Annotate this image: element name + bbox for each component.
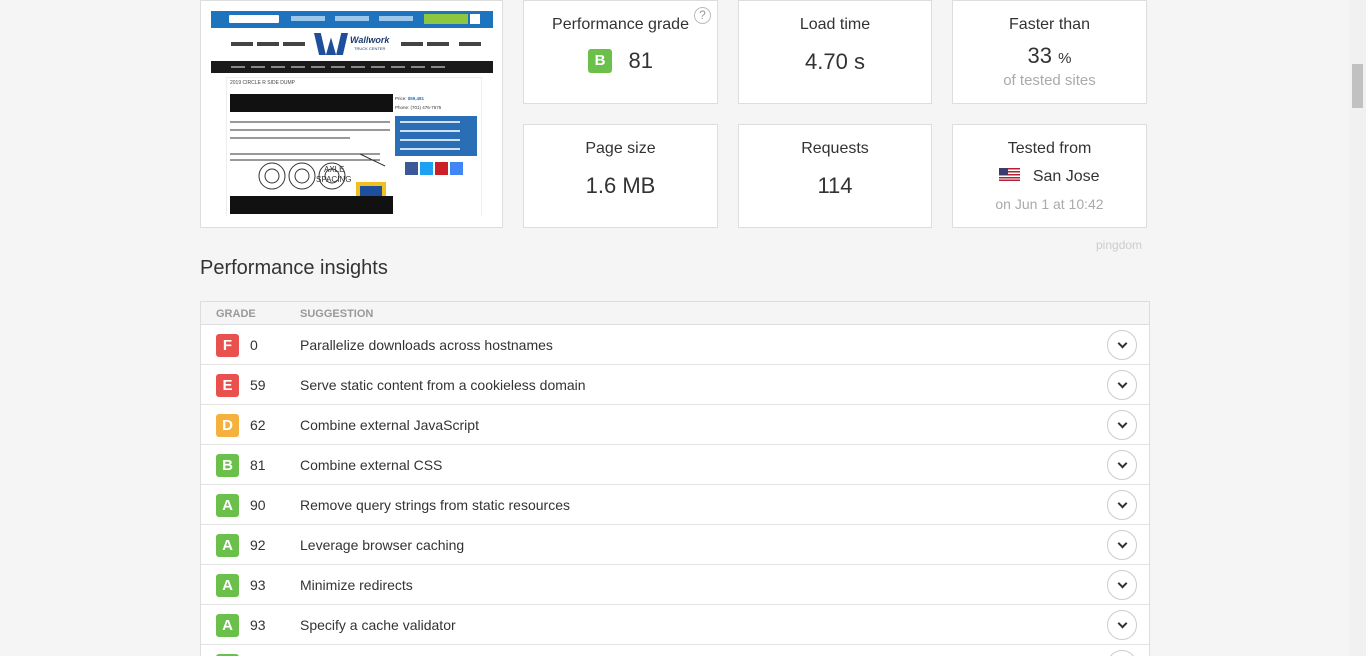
page: Wallwork TRUCK CENTER 2019 CIRCLE R SIDE… bbox=[0, 0, 1366, 656]
table-header: GRADE SUGGESTION bbox=[201, 302, 1149, 325]
suggestion-text: Combine external CSS bbox=[300, 457, 443, 473]
chevron-down-icon bbox=[1117, 498, 1128, 509]
expand-button[interactable] bbox=[1107, 410, 1137, 440]
expand-button[interactable] bbox=[1107, 370, 1137, 400]
suggestion-text: Specify a cache validator bbox=[300, 617, 456, 633]
preview-content: 2019 CIRCLE R SIDE DUMP AXLE SPACING Pri… bbox=[226, 77, 482, 216]
expand-button[interactable] bbox=[1107, 530, 1137, 560]
requests-value: 114 bbox=[817, 173, 853, 198]
expand-button[interactable] bbox=[1107, 610, 1137, 640]
tested-from-location: San Jose bbox=[1032, 168, 1100, 185]
expand-button[interactable] bbox=[1107, 650, 1137, 656]
expand-button[interactable] bbox=[1107, 330, 1137, 360]
grade-badge: A bbox=[216, 534, 239, 557]
grade-badge: E bbox=[216, 374, 239, 397]
column-header-suggestion: SUGGESTION bbox=[300, 308, 374, 320]
grade-score: 59 bbox=[250, 377, 266, 393]
us-flag-icon bbox=[999, 168, 1021, 186]
chevron-down-icon bbox=[1117, 618, 1128, 629]
page-size-value: 1.6 MB bbox=[585, 173, 656, 198]
suggestion-text: Parallelize downloads across hostnames bbox=[300, 337, 553, 353]
suggestion-text: Combine external JavaScript bbox=[300, 417, 479, 433]
table-row[interactable]: B 81 Combine external CSS bbox=[201, 445, 1149, 485]
chevron-down-icon bbox=[1117, 338, 1128, 349]
grade-score: 90 bbox=[250, 497, 266, 513]
table-row[interactable]: F 0 Parallelize downloads across hostnam… bbox=[201, 325, 1149, 365]
column-header-grade: GRADE bbox=[216, 308, 256, 320]
preview-social-icons bbox=[405, 162, 465, 180]
preview-menu bbox=[395, 116, 477, 156]
help-icon[interactable]: ? bbox=[694, 7, 711, 24]
page-size-card: Page size 1.6 MB bbox=[523, 124, 718, 228]
grade-score: 93 bbox=[250, 577, 266, 593]
faster-than-sub: of tested sites bbox=[1003, 72, 1096, 89]
load-time-value: 4.70 s bbox=[805, 49, 865, 74]
scrollbar-thumb[interactable] bbox=[1352, 64, 1363, 108]
table-row[interactable]: E 59 Serve static content from a cookiel… bbox=[201, 365, 1149, 405]
chevron-down-icon bbox=[1117, 418, 1128, 429]
table-row[interactable]: A 92 Leverage browser caching bbox=[201, 525, 1149, 565]
preview-logo: Wallwork TRUCK CENTER bbox=[314, 33, 394, 57]
page-scrollbar[interactable] bbox=[1349, 0, 1366, 656]
grade-badge: D bbox=[216, 414, 239, 437]
performance-grade-label: Performance grade bbox=[552, 16, 689, 33]
table-row[interactable]: A 93 Minimize redirects bbox=[201, 565, 1149, 605]
requests-card: Requests 114 bbox=[738, 124, 932, 228]
faster-than-label: Faster than bbox=[1009, 16, 1090, 33]
svg-text:SPACING: SPACING bbox=[316, 175, 351, 184]
table-row[interactable]: A 90 Remove query strings from static re… bbox=[201, 485, 1149, 525]
faster-than-card: Faster than 33 % of tested sites bbox=[952, 0, 1147, 104]
table-row[interactable]: A bbox=[201, 645, 1149, 656]
pingdom-brand: pingdom bbox=[1096, 238, 1143, 252]
preview-navbar bbox=[211, 61, 493, 73]
suggestion-text: Remove query strings from static resourc… bbox=[300, 497, 570, 513]
svg-text:AXLE: AXLE bbox=[324, 165, 344, 174]
expand-button[interactable] bbox=[1107, 450, 1137, 480]
grade-badge: A bbox=[216, 574, 239, 597]
load-time-card: Load time 4.70 s bbox=[738, 0, 932, 104]
grade-badge: B bbox=[216, 454, 239, 477]
preview-price-block: Price: $59,481 Phone: (701) 476-7675 bbox=[395, 96, 442, 110]
expand-button[interactable] bbox=[1107, 570, 1137, 600]
suggestion-text: Leverage browser caching bbox=[300, 537, 465, 553]
grade-score: 62 bbox=[250, 417, 266, 433]
tested-from-card: Tested from San Jose on Jun 1 at 10:42 bbox=[952, 124, 1147, 228]
chevron-down-icon bbox=[1117, 578, 1128, 589]
performance-grade-badge: B bbox=[588, 49, 613, 73]
performance-grade-card: Performance grade ? B 81 bbox=[523, 0, 718, 104]
preview-truck-image: AXLE SPACING bbox=[230, 94, 393, 214]
grade-score: 81 bbox=[250, 457, 266, 473]
grade-badge: A bbox=[216, 494, 239, 517]
chevron-down-icon bbox=[1117, 378, 1128, 389]
performance-score: 81 bbox=[628, 48, 653, 73]
faster-than-value: 33 bbox=[1027, 43, 1052, 68]
grade-score: 92 bbox=[250, 537, 266, 553]
grade-score: 93 bbox=[250, 617, 266, 633]
insights-table: GRADE SUGGESTION F 0 Parallelize downloa… bbox=[200, 301, 1150, 656]
chevron-down-icon bbox=[1117, 458, 1128, 469]
table-row[interactable]: A 93 Specify a cache validator bbox=[201, 605, 1149, 645]
section-title: Performance insights bbox=[200, 257, 388, 279]
suggestion-text: Minimize redirects bbox=[300, 577, 413, 593]
tested-from-date: on Jun 1 at 10:42 bbox=[995, 196, 1104, 212]
grade-score: 0 bbox=[250, 337, 258, 353]
grade-badge: A bbox=[216, 614, 239, 637]
site-preview: Wallwork TRUCK CENTER 2019 CIRCLE R SIDE… bbox=[211, 11, 493, 216]
site-screenshot-thumbnail: Wallwork TRUCK CENTER 2019 CIRCLE R SIDE… bbox=[200, 0, 503, 228]
suggestion-text: Serve static content from a cookieless d… bbox=[300, 377, 586, 393]
grade-badge: F bbox=[216, 334, 239, 357]
preview-topbar bbox=[211, 11, 493, 28]
tested-from-label: Tested from bbox=[1007, 140, 1092, 157]
expand-button[interactable] bbox=[1107, 490, 1137, 520]
load-time-label: Load time bbox=[799, 16, 871, 33]
chevron-down-icon bbox=[1117, 538, 1128, 549]
faster-than-unit: % bbox=[1058, 50, 1072, 67]
page-size-label: Page size bbox=[585, 140, 656, 157]
table-row[interactable]: D 62 Combine external JavaScript bbox=[201, 405, 1149, 445]
requests-label: Requests bbox=[801, 140, 869, 157]
